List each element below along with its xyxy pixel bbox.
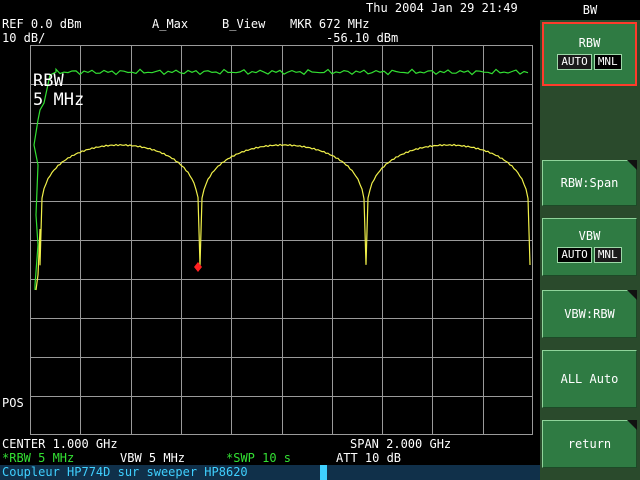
rbw-softkey-label: RBW <box>578 36 601 50</box>
status-cursor <box>320 465 327 480</box>
vbw-mnl-option[interactable]: MNL <box>593 247 622 263</box>
softkey-corner-icon <box>627 290 637 300</box>
softkey-corner-icon <box>627 420 637 430</box>
rbw-toggle: AUTO MNL <box>544 54 635 70</box>
trace-a-green <box>33 67 529 290</box>
marker-diamond <box>194 262 202 272</box>
rbw-span-softkey-label: RBW:Span <box>560 176 619 190</box>
spectrum-graticule <box>30 45 533 435</box>
graticule-grid <box>30 45 533 435</box>
span: SPAN 2.000 GHz <box>350 437 452 451</box>
rbw-overlay-line1: RBW <box>33 71 64 91</box>
status-message: Coupleur HP774D sur sweeper HP8620 <box>0 465 542 480</box>
all-auto-softkey-label: ALL Auto <box>560 372 619 386</box>
vbw-rbw-softkey[interactable]: VBW:RBW <box>542 290 637 338</box>
vbw-toggle: AUTO MNL <box>543 247 636 263</box>
softkey-panel: BW RBW AUTO MNL RBW:Span VBW AUTO MNL VB… <box>540 0 640 480</box>
rbw-span-softkey[interactable]: RBW:Span <box>542 160 637 206</box>
vbw-auto-option[interactable]: AUTO <box>557 247 592 263</box>
scale-per-division: 10 dB/ <box>2 31 46 45</box>
return-softkey-label: return <box>567 437 612 451</box>
datetime: Thu 2004 Jan 29 21:49 <box>366 1 518 15</box>
attenuation: ATT 10 dB <box>336 451 402 465</box>
spectrum-display <box>30 45 533 435</box>
vbw-softkey[interactable]: VBW AUTO MNL <box>542 218 637 276</box>
trace-a-mode: A_Max <box>152 17 189 31</box>
reference-level: REF 0.0 dBm <box>2 17 82 31</box>
sweep-time: *SWP 10 s <box>226 451 292 465</box>
all-auto-softkey[interactable]: ALL Auto <box>542 350 637 408</box>
vbw-softkey-label: VBW <box>578 229 601 243</box>
rbw-softkey[interactable]: RBW AUTO MNL <box>542 22 637 86</box>
rbw-auto-option[interactable]: AUTO <box>557 54 592 70</box>
center-frequency: CENTER 1.000 GHz <box>2 437 118 451</box>
marker-level: -56.10 dBm <box>326 31 399 45</box>
softkey-corner-icon <box>627 160 637 170</box>
vbw-rbw-softkey-label: VBW:RBW <box>564 307 615 321</box>
menu-title: BW <box>540 0 640 20</box>
rbw-setting: *RBW 5 MHz <box>2 451 75 465</box>
pos-label: POS <box>2 396 24 410</box>
marker-frequency: MKR 672 MHz <box>290 17 370 31</box>
rbw-overlay-line2: 5 MHz <box>33 90 85 110</box>
rbw-mnl-option[interactable]: MNL <box>593 54 622 70</box>
vbw-setting: VBW 5 MHz <box>120 451 186 465</box>
return-softkey[interactable]: return <box>542 420 637 468</box>
trace-b-mode: B_View <box>222 17 266 31</box>
